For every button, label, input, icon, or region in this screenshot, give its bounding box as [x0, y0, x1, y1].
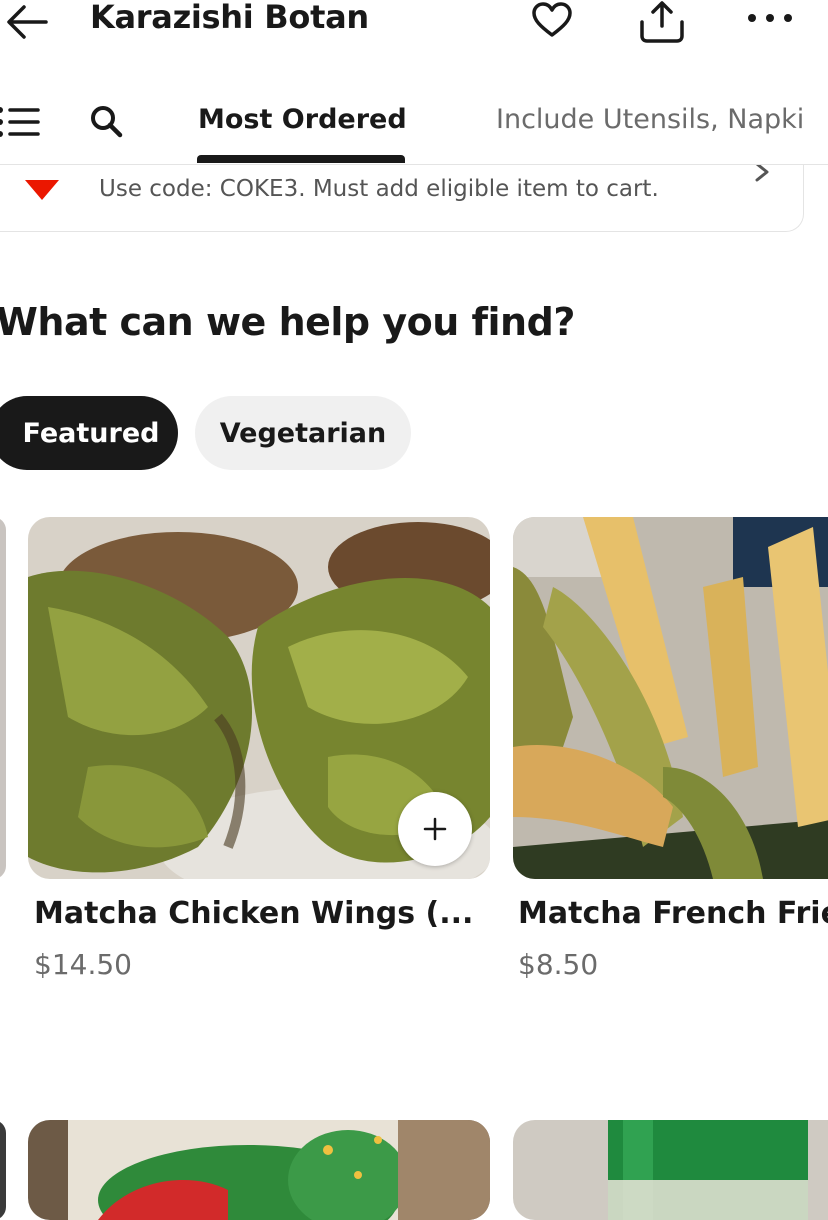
- partial-item-image[interactable]: [0, 517, 6, 879]
- menu-icon[interactable]: [0, 104, 42, 140]
- category-nav: Most Ordered Include Utensils, Napki: [0, 82, 828, 165]
- active-tab-indicator: [197, 155, 405, 163]
- heart-icon[interactable]: [530, 2, 574, 38]
- tab-include-utensils[interactable]: Include Utensils, Napki: [496, 104, 804, 135]
- drink-photo-2: [513, 1120, 828, 1220]
- plus-icon: [423, 817, 447, 841]
- add-to-cart-button[interactable]: [398, 792, 472, 866]
- filter-chip-featured[interactable]: Featured: [0, 396, 178, 470]
- share-icon[interactable]: [636, 0, 688, 44]
- item-image-matcha-fries[interactable]: [513, 517, 828, 879]
- back-arrow-icon[interactable]: [4, 2, 50, 42]
- section-heading: What can we help you find?: [0, 300, 575, 344]
- item-image-drink-1[interactable]: [28, 1120, 490, 1220]
- item-name-matcha-wings[interactable]: Matcha Chicken Wings (...: [34, 896, 473, 931]
- item-price-matcha-wings: $14.50: [34, 948, 132, 981]
- tab-most-ordered[interactable]: Most Ordered: [198, 104, 407, 135]
- filter-chip-vegetarian[interactable]: Vegetarian: [195, 396, 411, 470]
- partial-item-image-bottom[interactable]: [0, 1120, 6, 1220]
- item-price-matcha-fries: $8.50: [518, 948, 599, 981]
- promo-tag-icon: [25, 180, 59, 200]
- item-image-drink-2[interactable]: [513, 1120, 828, 1220]
- more-icon[interactable]: [744, 6, 796, 30]
- store-title: Karazishi Botan: [90, 0, 369, 36]
- search-icon[interactable]: [88, 104, 128, 140]
- promo-text: Use code: COKE3. Must add eligible item …: [99, 176, 659, 202]
- food-photo-fries: [513, 517, 828, 879]
- item-name-matcha-fries[interactable]: Matcha French Frie: [518, 896, 828, 931]
- top-bar: Karazishi Botan: [0, 0, 828, 60]
- drink-photo-1: [28, 1120, 490, 1220]
